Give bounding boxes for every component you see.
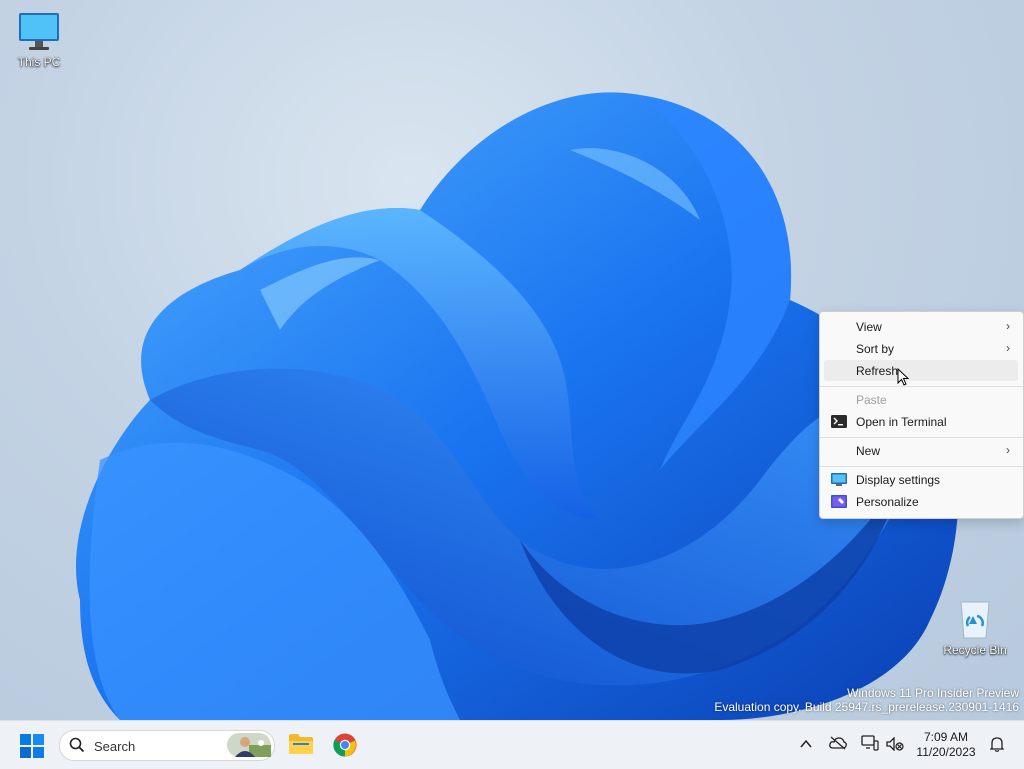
menu-item-label: Personalize [856,495,919,509]
menu-item-view[interactable]: View › [824,316,1018,337]
menu-item-label: Paste [856,393,887,407]
taskbar: Search 7:09 AM 11/20/2023 [0,720,1024,769]
menu-item-open-in-terminal[interactable]: Open in Terminal [824,411,1018,432]
monitor-icon [19,13,59,50]
menu-item-label: Sort by [856,342,895,356]
menu-item-label: Open in Terminal [856,415,947,429]
menu-item-label: View [856,320,882,334]
menu-separator [820,386,1023,387]
desktop-icon-this-pc[interactable]: This PC [1,12,77,69]
desktop-context-menu: View › Sort by › Refresh Paste Open in T… [819,311,1024,519]
menu-item-label: New [856,444,881,458]
chevron-right-icon: › [1006,319,1010,333]
taskbar-search-box[interactable]: Search [59,730,275,761]
file-explorer-icon [289,734,313,754]
menu-item-personalize[interactable]: Personalize [824,491,1018,512]
menu-item-display-settings[interactable]: Display settings [824,469,1018,490]
start-button[interactable] [20,734,44,761]
menu-item-new[interactable]: New › [824,440,1018,461]
taskbar-clock[interactable]: 7:09 AM 11/20/2023 [910,730,982,760]
personalize-icon [831,495,847,508]
file-explorer-button[interactable] [289,733,313,758]
menu-item-paste[interactable]: Paste [824,389,1018,410]
mouse-cursor-icon [897,368,909,386]
menu-item-label: Refresh [856,364,899,378]
evaluation-watermark: Windows 11 Pro Insider Preview Evaluatio… [714,686,1019,714]
desktop-icon-label: This PC [17,55,61,69]
search-highlight-image [227,733,271,757]
chevron-right-icon: › [1006,443,1010,457]
search-placeholder: Search [94,739,136,754]
search-icon [69,737,85,753]
menu-item-refresh[interactable]: Refresh [824,360,1018,381]
menu-item-sort-by[interactable]: Sort by › [824,338,1018,359]
watermark-line-1: Windows 11 Pro Insider Preview [847,686,1019,700]
clock-date: 11/20/2023 [916,745,976,759]
display-icon [831,473,847,486]
bell-icon[interactable] [990,736,1004,752]
chrome-button[interactable] [333,733,357,760]
watermark-line-2: Evaluation copy. Build 25947.rs_prerelea… [714,700,1019,714]
clock-time: 7:09 AM [923,730,969,744]
windows-logo-icon [20,734,44,758]
desktop[interactable]: This PC Recycle Bin Windows 11 Pro Insid… [0,0,1024,720]
onedrive-offline-icon[interactable] [829,736,847,750]
terminal-icon [831,415,847,428]
chevron-right-icon: › [1006,341,1010,355]
chrome-icon [333,733,357,757]
desktop-icon-label: Recycle Bin [943,643,1007,657]
desktop-icon-recycle-bin[interactable]: Recycle Bin [937,598,1013,657]
volume-muted-icon[interactable] [886,737,904,751]
chevron-up-icon[interactable] [800,739,812,749]
menu-separator [820,466,1023,467]
menu-separator [820,437,1023,438]
menu-item-label: Display settings [856,473,941,487]
recycle-bin-icon [960,601,990,639]
network-icon[interactable] [861,735,879,751]
